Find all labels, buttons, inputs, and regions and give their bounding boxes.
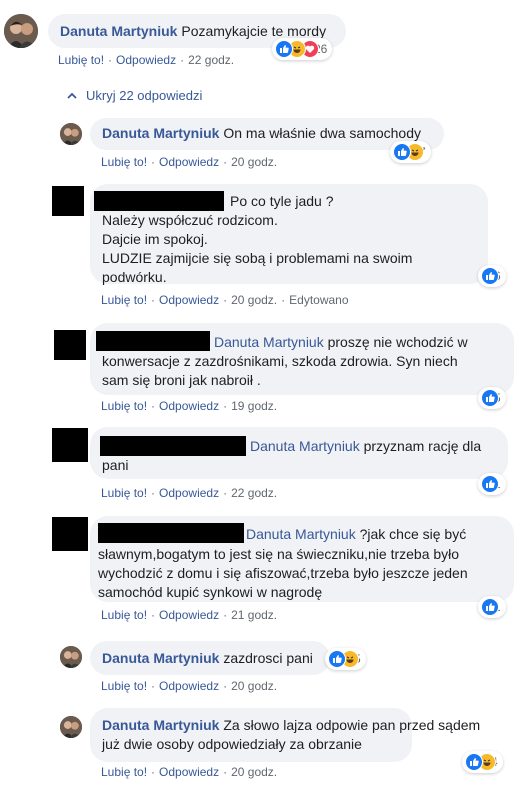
reactions-summary[interactable]: 5 bbox=[325, 648, 366, 670]
reply-bubble: Danuta Martyniuk proszę nie wchodzić w k… bbox=[90, 323, 514, 395]
comment-actions: Lubię to! · Odpowiedz · 19 godz. bbox=[101, 399, 278, 413]
comment-text: ?jak chce się być bbox=[359, 526, 467, 542]
timestamp[interactable]: 21 godz. bbox=[231, 608, 277, 622]
like-icon bbox=[481, 598, 499, 616]
like-link[interactable]: Lubię to! bbox=[101, 155, 147, 169]
avatar[interactable] bbox=[60, 646, 82, 668]
hide-replies-link[interactable]: Ukryj 22 odpowiedzi bbox=[66, 88, 202, 103]
comment-text: Za słowo lajza odpowie pan przed sądem bbox=[223, 717, 481, 733]
reactions-summary[interactable]: 6 bbox=[478, 265, 506, 287]
timestamp[interactable]: 20 godz. bbox=[231, 155, 277, 169]
comment-actions: Lubię to! · Odpowiedz · 22 godz. bbox=[58, 53, 235, 67]
like-icon bbox=[481, 475, 499, 493]
comment-text: konwersacje z zazdrośnikami, szkoda zdro… bbox=[102, 353, 458, 369]
mention-link[interactable]: Danuta Martyniuk bbox=[214, 334, 324, 350]
chevron-up-icon bbox=[67, 92, 77, 99]
like-icon bbox=[275, 40, 293, 58]
mention-link[interactable]: Danuta Martyniuk bbox=[246, 526, 356, 542]
comment-author[interactable]: Danuta Martyniuk bbox=[102, 125, 219, 141]
reactions-summary[interactable]: 1 bbox=[478, 596, 506, 618]
like-link[interactable]: Lubię to! bbox=[58, 53, 104, 67]
comment-text: pani bbox=[102, 457, 129, 473]
comment-author[interactable]: Danuta Martyniuk bbox=[60, 23, 177, 39]
like-link[interactable]: Lubię to! bbox=[101, 608, 147, 622]
timestamp[interactable]: 20 godz. bbox=[231, 293, 277, 307]
timestamp[interactable]: 22 godz. bbox=[231, 486, 277, 500]
avatar[interactable] bbox=[60, 716, 82, 738]
comment-text: sam się broni jak nabroił . bbox=[102, 372, 261, 388]
redacted-avatar bbox=[54, 330, 86, 360]
reactions-summary[interactable]: 4 bbox=[462, 751, 503, 773]
reply-link[interactable]: Odpowiedz bbox=[159, 293, 219, 307]
reply-bubble: Danuta Martyniuk zazdrosci pani bbox=[90, 641, 330, 675]
reply-link[interactable]: Odpowiedz bbox=[159, 608, 219, 622]
comment-text: przyznam rację dla bbox=[363, 438, 482, 454]
reactions-summary[interactable]: 26 bbox=[272, 38, 333, 60]
redacted-author bbox=[100, 436, 246, 456]
comment-author[interactable]: Danuta Martyniuk bbox=[102, 650, 219, 666]
reply-link[interactable]: Odpowiedz bbox=[116, 53, 176, 67]
comment-actions: Lubię to! · Odpowiedz · 22 godz. bbox=[101, 486, 278, 500]
comment-author[interactable]: Danuta Martyniuk bbox=[102, 717, 219, 733]
like-link[interactable]: Lubię to! bbox=[101, 765, 147, 779]
comment-text: Dajcie im spokoj. bbox=[102, 231, 208, 247]
comment-actions: Lubię to! · Odpowiedz · 20 godz. · Edytowano bbox=[101, 293, 349, 307]
reply-link[interactable]: Odpowiedz bbox=[159, 399, 219, 413]
reply-link[interactable]: Odpowiedz bbox=[159, 486, 219, 500]
comment-text: Pozamykajcie te mordy bbox=[181, 23, 327, 39]
reactions-summary[interactable]: 5 bbox=[478, 387, 506, 409]
like-icon bbox=[328, 650, 346, 668]
comment-text: proszę nie wchodzić w bbox=[327, 334, 468, 350]
comment-actions: Lubię to! · Odpowiedz · 20 godz. bbox=[101, 155, 278, 169]
comment-actions: Lubię to! · Odpowiedz · 20 godz. bbox=[101, 765, 278, 779]
comment-text: Po co tyle jadu ? bbox=[230, 193, 334, 209]
comment-text: LUDZIE zajmijcie się sobą i problemami n… bbox=[102, 250, 413, 266]
redacted-avatar bbox=[52, 517, 88, 551]
like-link[interactable]: Lubię to! bbox=[101, 679, 147, 693]
like-link[interactable]: Lubię to! bbox=[101, 399, 147, 413]
redacted-author bbox=[96, 331, 210, 351]
reply-bubble: Danuta Martyniuk przyznam rację dla pani bbox=[90, 427, 508, 479]
timestamp[interactable]: 22 godz. bbox=[188, 53, 234, 67]
like-link[interactable]: Lubię to! bbox=[101, 486, 147, 500]
reply-link[interactable]: Odpowiedz bbox=[159, 765, 219, 779]
avatar[interactable] bbox=[4, 14, 38, 48]
comment-text: już dwie osoby odpowiedziały za obrzanie bbox=[102, 736, 362, 752]
like-icon bbox=[465, 753, 483, 771]
reply-bubble: Po co tyle jadu ? Należy współczuć rodzi… bbox=[90, 184, 488, 285]
timestamp[interactable]: 20 godz. bbox=[231, 679, 277, 693]
comment-actions: Lubię to! · Odpowiedz · 20 godz. bbox=[101, 679, 278, 693]
reply-link[interactable]: Odpowiedz bbox=[159, 155, 219, 169]
comment-text: podwórku. bbox=[102, 269, 167, 285]
redacted-avatar bbox=[52, 428, 88, 462]
reactions-summary[interactable]: 1 bbox=[478, 473, 506, 495]
like-icon bbox=[481, 267, 499, 285]
comment-text: samochód kupić synkowi w nagrodę bbox=[98, 584, 323, 600]
like-icon bbox=[393, 143, 411, 161]
like-icon bbox=[481, 389, 499, 407]
comment-text: zazdrosci pani bbox=[223, 650, 313, 666]
timestamp[interactable]: 19 godz. bbox=[231, 399, 277, 413]
comment-actions: Lubię to! · Odpowiedz · 21 godz. bbox=[101, 608, 278, 622]
mention-link[interactable]: Danuta Martyniuk bbox=[250, 438, 360, 454]
redacted-avatar bbox=[52, 186, 84, 216]
redacted-author bbox=[94, 191, 224, 211]
reply-bubble: Danuta Martyniuk Za słowo lajza odpowie … bbox=[90, 708, 480, 762]
redacted-author bbox=[98, 523, 244, 543]
reply-link[interactable]: Odpowiedz bbox=[159, 679, 219, 693]
reply-bubble: Danuta Martyniuk ?jak chce się być sławn… bbox=[90, 516, 514, 602]
reactions-summary[interactable]: 7 bbox=[390, 141, 431, 163]
avatar[interactable] bbox=[60, 123, 82, 145]
edited-label: Edytowano bbox=[289, 293, 349, 307]
timestamp[interactable]: 20 godz. bbox=[231, 765, 277, 779]
comment-text: wychodzić z domu i się afiszować,trzeba … bbox=[98, 565, 468, 581]
like-link[interactable]: Lubię to! bbox=[101, 293, 147, 307]
comment-text: sławnym,bogatym to jest się na świecznik… bbox=[98, 546, 460, 562]
comment-text: On ma właśnie dwa samochody bbox=[223, 125, 422, 141]
comment-text: Należy współczuć rodzicom. bbox=[102, 212, 278, 228]
